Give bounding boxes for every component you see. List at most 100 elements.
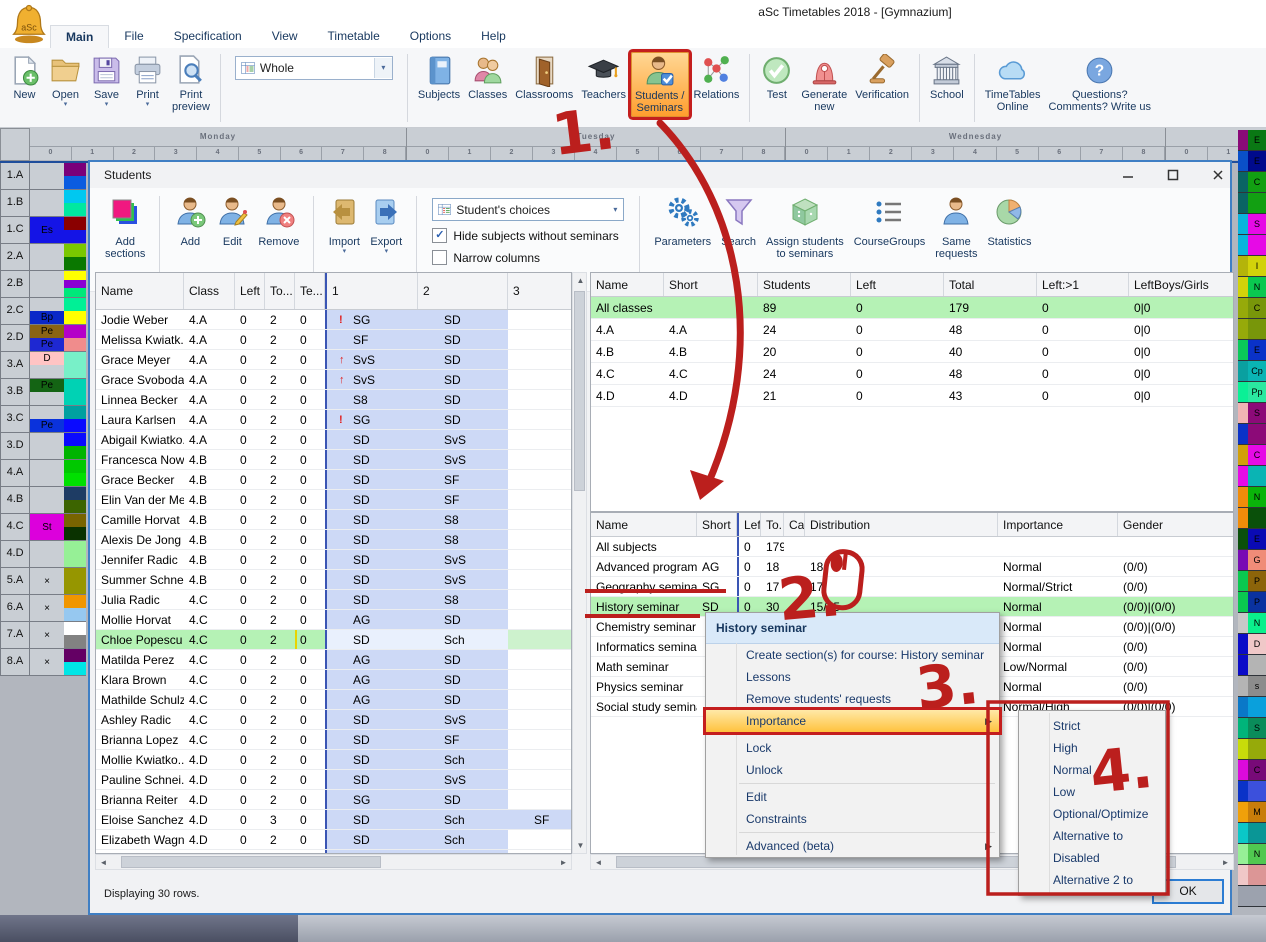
parameters-button[interactable]: Parameters bbox=[654, 196, 711, 248]
class-cell[interactable]: × bbox=[30, 622, 64, 649]
class-summary-row[interactable]: 4.A4.A2404800|0 bbox=[591, 319, 1233, 341]
ribbon-button-generate-new[interactable]: Generate new bbox=[798, 52, 850, 115]
statistics-button[interactable]: Statistics bbox=[987, 196, 1031, 248]
students-vscrollbar[interactable]: ▲ ▼ bbox=[572, 272, 587, 854]
chevron-down-icon[interactable]: ▾ bbox=[607, 205, 623, 214]
class-label[interactable]: 7.A bbox=[0, 622, 30, 649]
lesson-card[interactable]: Es bbox=[30, 217, 64, 243]
column-header-name[interactable]: Name bbox=[591, 273, 664, 296]
submenu-item-normal[interactable]: Normal bbox=[1019, 759, 1165, 781]
class-cell[interactable]: Bp bbox=[30, 298, 64, 325]
ribbon-button-subjects[interactable]: Subjects bbox=[415, 52, 463, 103]
menu-item-importance[interactable]: Importance▶ bbox=[706, 710, 999, 732]
view-selector[interactable]: Whole▾ bbox=[235, 56, 393, 80]
search-button[interactable]: Search bbox=[721, 196, 756, 248]
assign-students-to-seminars-button[interactable]: Assign students to seminars bbox=[766, 196, 844, 260]
menu-tab-view[interactable]: View bbox=[257, 25, 313, 48]
close-button[interactable] bbox=[1202, 165, 1234, 185]
menu-item-create-section-s-for-course-history-seminar[interactable]: Create section(s) for course: History se… bbox=[706, 644, 999, 666]
scroll-up-icon[interactable]: ▲ bbox=[573, 273, 588, 288]
column-header-te[interactable]: Te... bbox=[295, 273, 325, 309]
menu-item-lessons[interactable]: Lessons bbox=[706, 666, 999, 688]
student-row[interactable]: Alexis De Jong4.B020SDS8 bbox=[96, 530, 571, 550]
class-cell[interactable]: Es bbox=[30, 217, 64, 244]
coursegroups-button[interactable]: CourseGroups bbox=[854, 196, 926, 248]
class-cell[interactable] bbox=[30, 460, 64, 487]
student-row[interactable]: Klara Brown4.C020AGSD bbox=[96, 670, 571, 690]
import-button[interactable]: Import▾ bbox=[328, 196, 360, 255]
student-row[interactable]: Chloe Popescu4.C020SDSch bbox=[96, 630, 571, 650]
dropdown-arrow-icon[interactable]: ▾ bbox=[64, 101, 68, 108]
chevron-down-icon[interactable]: ▾ bbox=[374, 58, 392, 78]
class-label[interactable]: 8.A bbox=[0, 649, 30, 676]
lesson-card[interactable] bbox=[30, 365, 64, 378]
checkbox-icon[interactable] bbox=[432, 250, 447, 265]
column-header-ca[interactable]: Ca... bbox=[784, 513, 805, 536]
student-row[interactable]: Linnea Becker4.A020S8SD bbox=[96, 390, 571, 410]
class-label[interactable]: 3.A bbox=[0, 352, 30, 379]
class-label[interactable]: 2.B bbox=[0, 271, 30, 298]
class-cell[interactable] bbox=[30, 487, 64, 514]
class-cell[interactable] bbox=[30, 190, 64, 217]
column-header-to[interactable]: To... bbox=[761, 513, 784, 536]
scroll-right-icon[interactable]: ► bbox=[556, 855, 571, 870]
student-row[interactable]: Mollie Kwiatko...4.D020SDSch bbox=[96, 750, 571, 770]
column-header-name[interactable]: Name bbox=[96, 273, 184, 309]
subject-row[interactable]: Advanced programmi...AG01818Normal(0/0) bbox=[591, 557, 1233, 577]
menu-item-constraints[interactable]: Constraints bbox=[706, 808, 999, 830]
edit-student-button[interactable]: Edit bbox=[216, 196, 248, 248]
submenu-item-low[interactable]: Low bbox=[1019, 781, 1165, 803]
class-cell[interactable] bbox=[30, 244, 64, 271]
column-header-left[interactable]: Left bbox=[737, 513, 761, 536]
class-summary-row[interactable]: 4.C4.C2404800|0 bbox=[591, 363, 1233, 385]
student-row[interactable]: Elizabeth Wagner4.D020SDSch bbox=[96, 830, 571, 850]
class-label[interactable]: 4.B bbox=[0, 487, 30, 514]
ribbon-button-school[interactable]: School bbox=[927, 52, 967, 103]
class-cell[interactable]: PePe bbox=[30, 325, 64, 352]
class-label[interactable]: 1.C bbox=[0, 217, 30, 244]
class-label[interactable]: 3.B bbox=[0, 379, 30, 406]
student-row[interactable]: Jodie Weber4.A020!SGSD bbox=[96, 310, 571, 330]
column-header-short[interactable]: Short bbox=[697, 513, 737, 536]
student-row[interactable]: Grace Becker4.B020SDSF bbox=[96, 470, 571, 490]
class-label[interactable]: 1.B bbox=[0, 190, 30, 217]
column-header-left[interactable]: Left bbox=[235, 273, 265, 309]
app-logo-icon[interactable] bbox=[8, 1, 50, 47]
student-row[interactable]: Ashley Radic4.C020SDSvS bbox=[96, 710, 571, 730]
menu-item-remove-students-requests[interactable]: Remove students' requests bbox=[706, 688, 999, 710]
class-cell[interactable]: St bbox=[30, 514, 64, 541]
lesson-card[interactable]: Pe bbox=[30, 379, 64, 392]
export-button[interactable]: Export▾ bbox=[370, 196, 402, 255]
class-label[interactable]: 4.C bbox=[0, 514, 30, 541]
menu-tab-help[interactable]: Help bbox=[466, 25, 521, 48]
submenu-item-disabled[interactable]: Disabled bbox=[1019, 847, 1165, 869]
dropdown-arrow-icon[interactable]: ▾ bbox=[146, 101, 150, 108]
student-row[interactable]: Mathilde Schulz4.C020AGSD bbox=[96, 690, 571, 710]
ribbon-button-open[interactable]: Open▾ bbox=[46, 52, 85, 110]
narrow-columns-checkbox[interactable]: Narrow columns bbox=[432, 250, 624, 265]
class-label[interactable]: 5.A bbox=[0, 568, 30, 595]
lesson-card[interactable] bbox=[30, 298, 64, 311]
lesson-card[interactable]: Pe bbox=[30, 338, 64, 351]
class-cell[interactable]: Pe bbox=[30, 406, 64, 433]
student-row[interactable]: Pauline Schnei...4.D020SDSvS bbox=[96, 770, 571, 790]
class-cell[interactable] bbox=[30, 163, 64, 190]
lesson-card[interactable]: × bbox=[30, 622, 64, 648]
student-row[interactable]: Elin Van der Meer4.B020SDSF bbox=[96, 490, 571, 510]
column-header-3[interactable]: 3 bbox=[508, 273, 572, 309]
students-vscroll-thumb[interactable] bbox=[574, 291, 585, 491]
menu-tab-main[interactable]: Main bbox=[50, 25, 109, 48]
column-header-gender[interactable]: Gender bbox=[1118, 513, 1234, 536]
class-label[interactable]: 4.D bbox=[0, 541, 30, 568]
column-header-left-1[interactable]: Left:>1 bbox=[1037, 273, 1129, 296]
lesson-card[interactable]: × bbox=[30, 595, 64, 621]
ribbon-button-save[interactable]: Save▾ bbox=[87, 52, 126, 110]
student-row[interactable]: Grace Meyer4.A020↑SvSSD bbox=[96, 350, 571, 370]
student-row[interactable]: Summer Schnei...4.B020SDSvS bbox=[96, 570, 571, 590]
submenu-item-optional-optimize[interactable]: Optional/Optimize bbox=[1019, 803, 1165, 825]
column-header-1[interactable]: 1 bbox=[325, 273, 418, 309]
minimize-button[interactable] bbox=[1112, 165, 1144, 185]
student-row[interactable]: Jennifer Radic4.B020SDSvS bbox=[96, 550, 571, 570]
lesson-card[interactable]: St bbox=[30, 514, 64, 540]
student-row[interactable]: Mollie Horvat4.C020AGSD bbox=[96, 610, 571, 630]
